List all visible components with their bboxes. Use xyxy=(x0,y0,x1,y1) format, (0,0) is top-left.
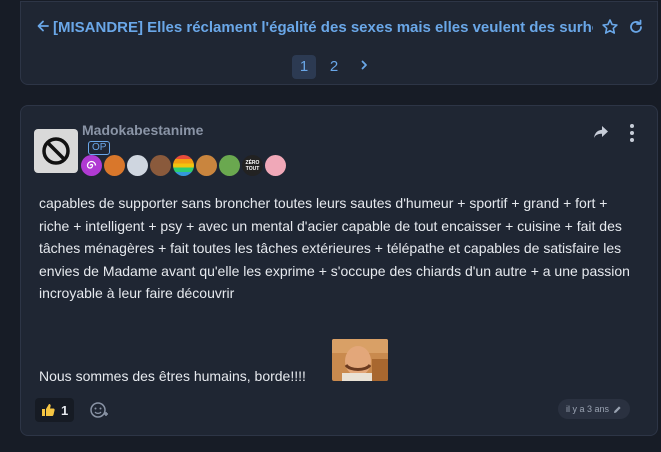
refresh-icon[interactable] xyxy=(627,18,645,36)
spiral-icon xyxy=(81,155,102,176)
chevron-right-icon[interactable] xyxy=(352,55,376,79)
topic-header: [MISANDRE] Elles réclament l'égalité des… xyxy=(20,1,658,85)
thumbs-up-icon xyxy=(42,404,55,416)
page-2-button[interactable]: 2 xyxy=(322,55,346,79)
post-timestamp[interactable]: il y a 3 ans xyxy=(558,399,631,419)
rainbow-icon xyxy=(173,155,194,176)
star-icon[interactable] xyxy=(601,18,619,36)
like-button[interactable]: 1 xyxy=(35,398,75,422)
pagination: 1 2 xyxy=(292,54,376,80)
post: Madokabestanime OP ZÉRO TOUT capables de… xyxy=(20,105,658,436)
more-options-icon[interactable] xyxy=(625,122,639,144)
zero-tout-icon: ZÉRO TOUT xyxy=(242,155,263,176)
character-icon xyxy=(150,155,171,176)
post-signoff: Nous sommes des êtres humains, borde!!!! xyxy=(39,368,306,384)
op-badge: OP xyxy=(88,141,111,155)
badge-row: ZÉRO TOUT xyxy=(81,155,286,176)
like-count: 1 xyxy=(61,402,69,418)
post-body: capables de supporter sans broncher tout… xyxy=(39,195,630,301)
page-1-button[interactable]: 1 xyxy=(292,55,316,79)
topic-title[interactable]: [MISANDRE] Elles réclament l'égalité des… xyxy=(53,19,593,37)
share-icon[interactable] xyxy=(591,122,611,142)
banned-icon xyxy=(42,137,70,165)
meme-image xyxy=(332,339,388,381)
character-icon xyxy=(127,155,148,176)
character-icon xyxy=(196,155,217,176)
add-reaction-icon[interactable] xyxy=(89,400,109,420)
author-name[interactable]: Madokabestanime xyxy=(82,122,203,138)
back-arrow-icon[interactable] xyxy=(35,18,51,34)
timestamp-text: il y a 3 ans xyxy=(566,404,610,414)
character-icon xyxy=(265,155,286,176)
character-icon xyxy=(104,155,125,176)
avatar[interactable] xyxy=(34,129,78,173)
edit-pencil-icon xyxy=(614,405,621,413)
character-icon xyxy=(219,155,240,176)
